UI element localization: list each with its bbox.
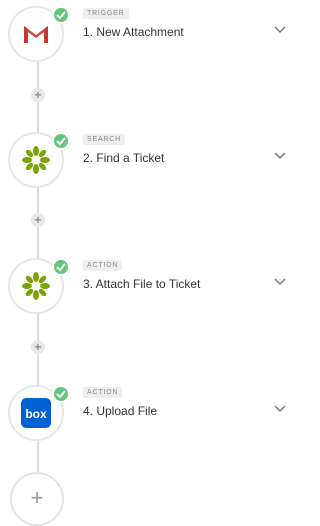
step-3-type-tag: ACTION <box>83 260 123 271</box>
step-3-title: 3. Attach File to Ticket <box>83 277 201 291</box>
insert-step-button-3[interactable]: + <box>31 340 45 354</box>
step-4-title: 4. Upload File <box>83 404 158 418</box>
step-2-type-tag: SEARCH <box>83 134 125 145</box>
step-2-title: 2. Find a Ticket <box>83 151 165 165</box>
svg-text:box: box <box>25 407 47 421</box>
chevron-down-icon[interactable] <box>274 26 286 34</box>
add-step-button[interactable]: + <box>10 472 64 526</box>
check-icon <box>52 385 70 403</box>
zendesk-icon <box>22 146 50 174</box>
chevron-down-icon[interactable] <box>274 152 286 160</box>
step-2[interactable]: SEARCH 2. Find a Ticket <box>0 128 291 192</box>
step-4[interactable]: box ACTION 4. Upload File <box>0 381 291 445</box>
zendesk-icon <box>22 272 50 300</box>
insert-step-button-2[interactable]: + <box>31 213 45 227</box>
chevron-down-icon[interactable] <box>274 278 286 286</box>
gmail-icon <box>24 26 48 43</box>
step-1[interactable]: TRIGGER 1. New Attachment <box>0 2 291 66</box>
box-icon: box <box>21 398 51 428</box>
insert-step-button-1[interactable]: + <box>31 88 45 102</box>
step-1-type-tag: TRIGGER <box>83 8 129 19</box>
plus-icon: + <box>30 485 44 510</box>
check-icon <box>52 6 70 24</box>
step-4-type-tag: ACTION <box>83 387 123 398</box>
chevron-down-icon[interactable] <box>274 405 286 413</box>
check-icon <box>52 258 70 276</box>
step-3[interactable]: ACTION 3. Attach File to Ticket <box>0 254 291 318</box>
check-icon <box>52 132 70 150</box>
step-1-title: 1. New Attachment <box>83 25 184 39</box>
